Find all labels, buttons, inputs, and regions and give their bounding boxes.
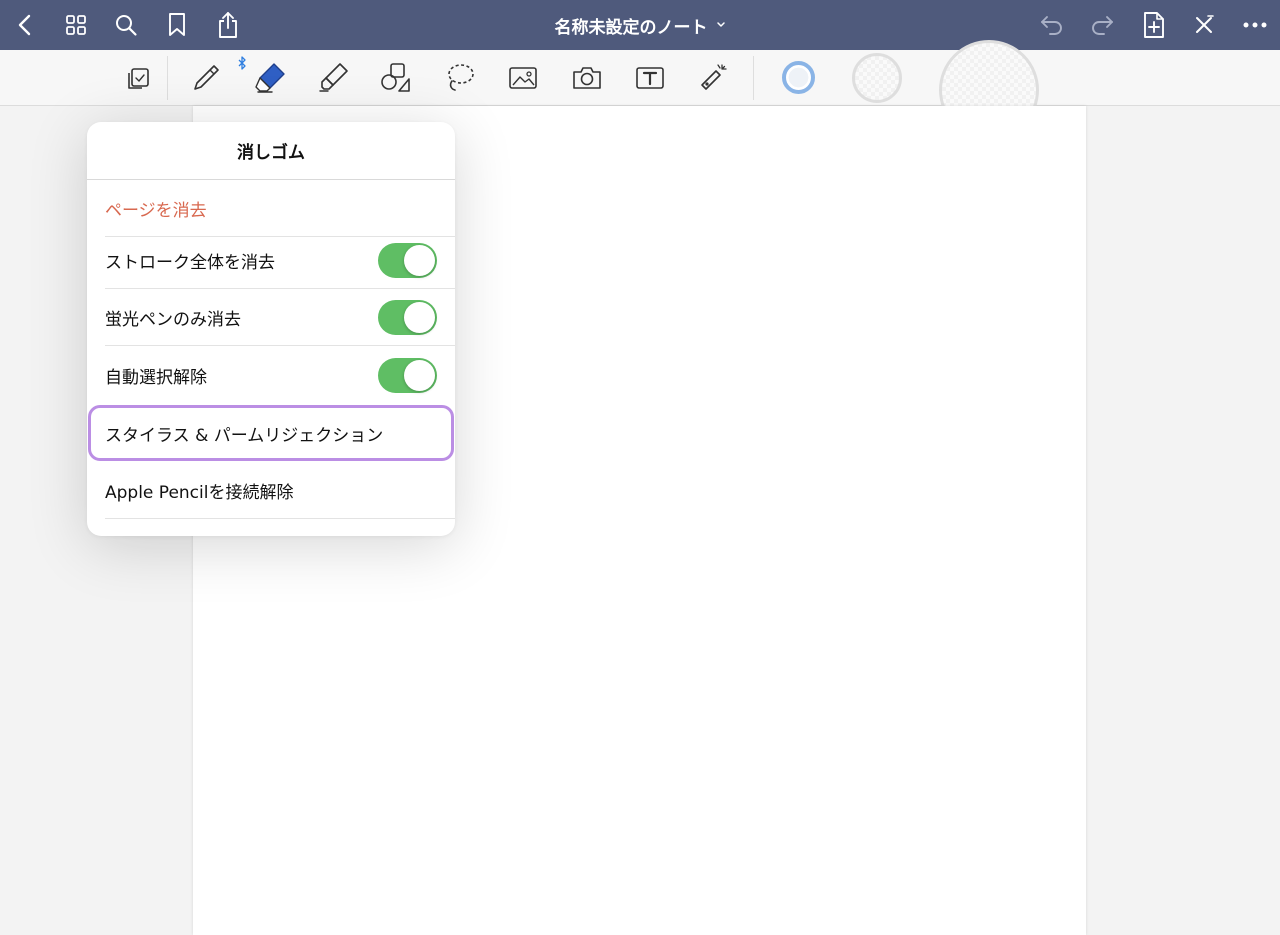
shapes-icon	[381, 63, 410, 92]
toggle-knob	[404, 245, 435, 276]
document-title-button[interactable]: 名称未設定のノート	[555, 13, 726, 38]
text-box-icon	[636, 67, 664, 89]
disconnect-apple-pencil-label: Apple Pencilを接続解除	[105, 483, 294, 503]
highlighter-tool[interactable]	[313, 58, 353, 98]
bookmark-icon	[169, 13, 185, 36]
eraser-tool[interactable]	[250, 58, 290, 98]
tool-bar	[0, 40, 1280, 140]
erase-highlighter-only-row: 蛍光ペンのみ消去	[87, 289, 455, 346]
erase-entire-stroke-row: ストローク全体を消去	[87, 232, 455, 289]
eraser-size-medium[interactable]	[852, 53, 902, 103]
pen-icon	[194, 65, 219, 90]
back-button[interactable]	[8, 8, 42, 42]
read-mode-tool[interactable]	[118, 58, 158, 98]
eraser-icon	[255, 63, 285, 93]
text-tool[interactable]	[630, 58, 670, 98]
close-toolbar-button[interactable]	[1187, 8, 1221, 42]
erase-highlighter-only-toggle[interactable]	[378, 300, 437, 335]
search-button[interactable]	[109, 8, 143, 42]
laser-pointer-icon	[701, 64, 727, 90]
bluetooth-icon	[238, 56, 246, 70]
laser-pointer-tool[interactable]	[693, 58, 733, 98]
ellipsis-icon	[1243, 22, 1267, 28]
row-divider	[105, 345, 455, 346]
highlight-outline	[88, 405, 454, 461]
eraser-size-small[interactable]	[782, 61, 815, 94]
toolbar-separator	[167, 56, 168, 100]
lasso-tool[interactable]	[440, 58, 480, 98]
chevron-down-icon	[716, 22, 725, 27]
lasso-icon	[448, 64, 474, 91]
close-toolbar-icon	[1196, 15, 1214, 33]
erase-page-row[interactable]: ページを消去	[87, 180, 455, 237]
erase-highlighter-only-label: 蛍光ペンのみ消去	[105, 310, 241, 330]
auto-deselect-toggle[interactable]	[378, 358, 437, 393]
camera-tool[interactable]	[567, 58, 607, 98]
pen-tool[interactable]	[186, 58, 226, 98]
toggle-knob	[404, 302, 435, 333]
row-divider	[105, 518, 455, 519]
search-icon	[116, 15, 137, 36]
erase-page-label: ページを消去	[105, 201, 207, 221]
grid-icon	[66, 15, 86, 35]
grid-view-button[interactable]	[59, 8, 93, 42]
disconnect-apple-pencil-row[interactable]: Apple Pencilを接続解除	[87, 462, 455, 519]
navigation-bar: 名称未設定のノート	[0, 0, 1280, 50]
shapes-tool[interactable]	[376, 58, 416, 98]
eraser-popover: 消しゴム ページを消去 ストローク全体を消去 蛍光ペンのみ消去 自動選択解除 ス…	[87, 122, 455, 536]
redo-button[interactable]	[1085, 8, 1119, 42]
share-icon	[219, 12, 237, 38]
redo-icon	[1092, 16, 1113, 35]
toolbar-separator	[753, 56, 754, 100]
erase-entire-stroke-toggle[interactable]	[378, 243, 437, 278]
erase-entire-stroke-label: ストローク全体を消去	[105, 253, 275, 273]
add-page-icon	[1144, 12, 1164, 38]
undo-button[interactable]	[1035, 8, 1069, 42]
document-title: 名称未設定のノート	[554, 17, 708, 38]
read-mode-icon	[128, 68, 149, 89]
image-tool[interactable]	[503, 58, 543, 98]
share-button[interactable]	[211, 8, 245, 42]
auto-deselect-label: 自動選択解除	[105, 368, 207, 388]
image-icon	[509, 67, 537, 89]
chevron-left-icon	[18, 14, 31, 36]
popover-title: 消しゴム	[87, 122, 455, 180]
camera-icon	[573, 67, 601, 89]
add-page-button[interactable]	[1137, 8, 1171, 42]
toggle-knob	[404, 360, 435, 391]
highlighter-icon	[319, 63, 348, 92]
more-button[interactable]	[1238, 8, 1272, 42]
bookmark-button[interactable]	[160, 8, 194, 42]
undo-icon	[1041, 16, 1062, 35]
auto-deselect-row: 自動選択解除	[87, 347, 455, 404]
